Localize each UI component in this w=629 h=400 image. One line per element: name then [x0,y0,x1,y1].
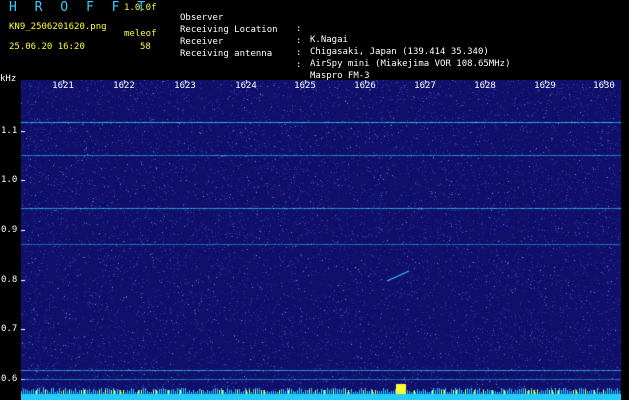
time-tick-label: 1629 [534,81,556,91]
time-tick-label: 1630 [593,81,615,91]
y-tick-label: 0.9 [1,225,18,235]
time-tick-label: 1621 [52,81,74,91]
y-tick-label: 0.8 [1,275,18,285]
info-row-receiver: Receiver : AirSpy mini (Miakejima VOR 10… [180,26,510,69]
info-separator: : [296,48,302,58]
info-separator: : [296,24,302,34]
time-tick-label: 1622 [113,81,135,91]
datetime-label: 25.06.20 16:20 [9,42,85,52]
info-value: Chigasaki, Japan (139.414 35.340) [310,47,489,57]
info-separator: : [296,60,302,70]
y-axis-unit-label: kHz [0,74,17,84]
info-label: Receiving antenna [180,49,273,59]
time-tick-label: 1625 [294,81,316,91]
filename-label: KN9_2506201620.png [9,22,107,32]
hrofft-window: H R O F F T 1.0.0f KN9_2506201620.png me… [0,0,629,400]
y-tick-label: 0.7 [1,324,18,334]
info-row-location: Receiving Location : Chigasaki, Japan (1… [180,14,489,57]
info-separator: : [296,36,302,46]
software-label: meleof [124,29,157,39]
version-label: 1.0.0f [124,3,157,13]
info-value: AirSpy mini (Miakejima VOR 108.65MHz) [310,59,511,69]
info-row-antenna: Receiving antenna : Maspro FM-3 [180,38,370,81]
y-tick-label: 0.6 [1,374,18,384]
info-value: K.Nagai [310,35,348,45]
spectrogram-canvas [21,80,621,400]
count-label: 58 [140,42,151,52]
time-tick-label: 1623 [174,81,196,91]
time-tick-label: 1627 [414,81,436,91]
time-tick-label: 1628 [474,81,496,91]
time-tick-label: 1624 [235,81,257,91]
info-row-observer: Observer : K.Nagai [180,2,348,45]
y-tick-label: 1.1 [1,126,18,136]
time-tick-label: 1626 [354,81,376,91]
y-tick-label: 1.0 [1,175,18,185]
